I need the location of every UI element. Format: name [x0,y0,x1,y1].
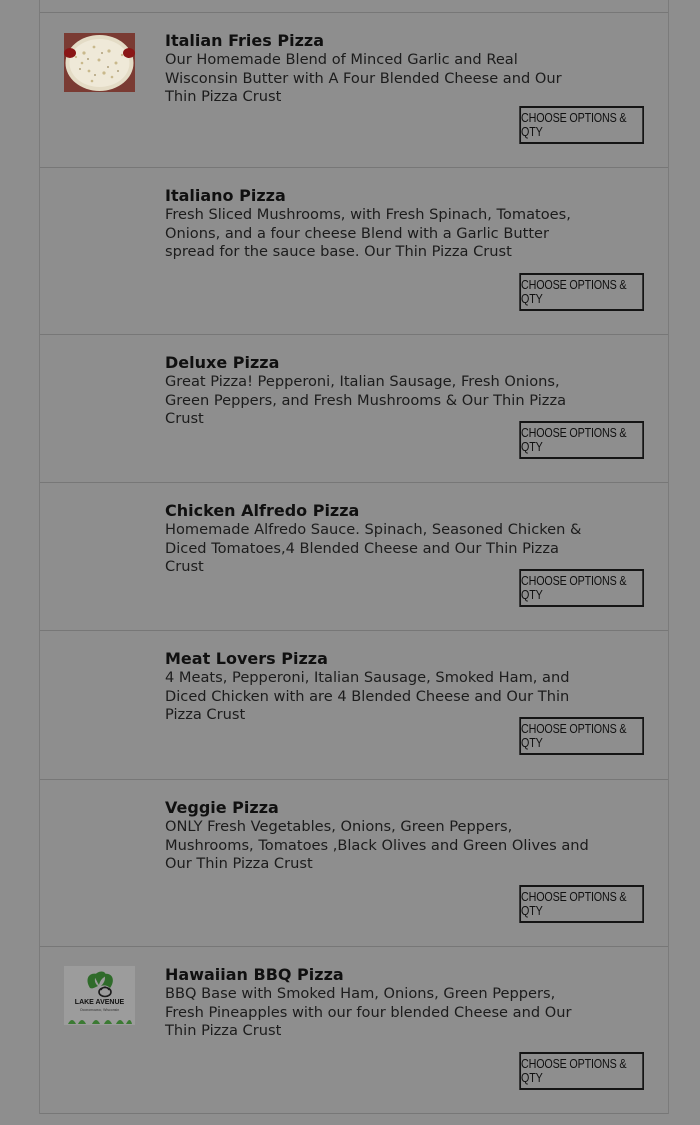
logo-subtext: Oconomowoc, Wisconsin [79,1008,120,1012]
menu-item-veggie-pizza: Veggie Pizza ONLY Fresh Vegetables, Onio… [40,780,668,947]
menu-item-chicken-alfredo-pizza: Chicken Alfredo Pizza Homemade Alfredo S… [40,483,668,631]
choose-options-button[interactable]: CHOOSE OPTIONS & QTY [519,106,644,144]
lake-avenue-logo[interactable]: LAKE AVENUE Oconomowoc, Wisconsin [64,966,135,1025]
button-label: CHOOSE OPTIONS & QTY [521,722,627,750]
choose-options-button[interactable]: CHOOSE OPTIONS & QTY [519,885,644,923]
item-name[interactable]: Italiano Pizza [165,186,595,206]
item-content: Meat Lovers Pizza 4 Meats, Pepperoni, It… [165,649,595,725]
pizza-photo[interactable] [64,33,135,92]
item-description: ONLY Fresh Vegetables, Onions, Green Pep… [165,818,589,873]
item-content: Italiano Pizza Fresh Sliced Mushrooms, w… [165,186,595,262]
item-description: Our Homemade Blend of Minced Garlic and … [165,51,562,106]
choose-options-button[interactable]: CHOOSE OPTIONS & QTY [519,1052,644,1090]
menu-item-list: Italian Fries Pizza Our Homemade Blend o… [39,0,669,1114]
button-label: CHOOSE OPTIONS & QTY [521,890,627,918]
item-content: Chicken Alfredo Pizza Homemade Alfredo S… [165,501,595,577]
item-name[interactable]: Deluxe Pizza [165,353,595,373]
item-content: Deluxe Pizza Great Pizza! Pepperoni, Ita… [165,353,595,429]
item-name[interactable]: Chicken Alfredo Pizza [165,501,595,521]
item-name[interactable]: Italian Fries Pizza [165,31,595,51]
item-content: Veggie Pizza ONLY Fresh Vegetables, Onio… [165,798,595,874]
item-content: Hawaiian BBQ Pizza BBQ Base with Smoked … [165,965,595,1041]
choose-options-button[interactable]: CHOOSE OPTIONS & QTY [519,273,644,311]
button-label: CHOOSE OPTIONS & QTY [521,574,627,602]
item-name[interactable]: Meat Lovers Pizza [165,649,595,669]
choose-options-button[interactable]: CHOOSE OPTIONS & QTY [519,717,644,755]
previous-item-stub [40,0,668,13]
button-label: CHOOSE OPTIONS & QTY [521,278,627,306]
item-name[interactable]: Hawaiian BBQ Pizza [165,965,595,985]
menu-item-hawaiian-bbq-pizza: LAKE AVENUE Oconomowoc, Wisconsin Hawaii… [40,947,668,1114]
item-name[interactable]: Veggie Pizza [165,798,595,818]
item-content: Italian Fries Pizza Our Homemade Blend o… [165,31,595,107]
logo-text: LAKE AVENUE [74,999,125,1006]
button-label: CHOOSE OPTIONS & QTY [521,1057,627,1085]
choose-options-button[interactable]: CHOOSE OPTIONS & QTY [519,569,644,607]
button-label: CHOOSE OPTIONS & QTY [521,426,627,454]
menu-item-meat-lovers-pizza: Meat Lovers Pizza 4 Meats, Pepperoni, It… [40,631,668,780]
button-label: CHOOSE OPTIONS & QTY [521,111,627,139]
item-description: Fresh Sliced Mushrooms, with Fresh Spina… [165,206,571,261]
menu-item-deluxe-pizza: Deluxe Pizza Great Pizza! Pepperoni, Ita… [40,335,668,483]
choose-options-button[interactable]: CHOOSE OPTIONS & QTY [519,421,644,459]
menu-item-italian-fries-pizza: Italian Fries Pizza Our Homemade Blend o… [40,13,668,168]
item-description: BBQ Base with Smoked Ham, Onions, Green … [165,985,572,1040]
menu-item-italiano-pizza: Italiano Pizza Fresh Sliced Mushrooms, w… [40,168,668,335]
